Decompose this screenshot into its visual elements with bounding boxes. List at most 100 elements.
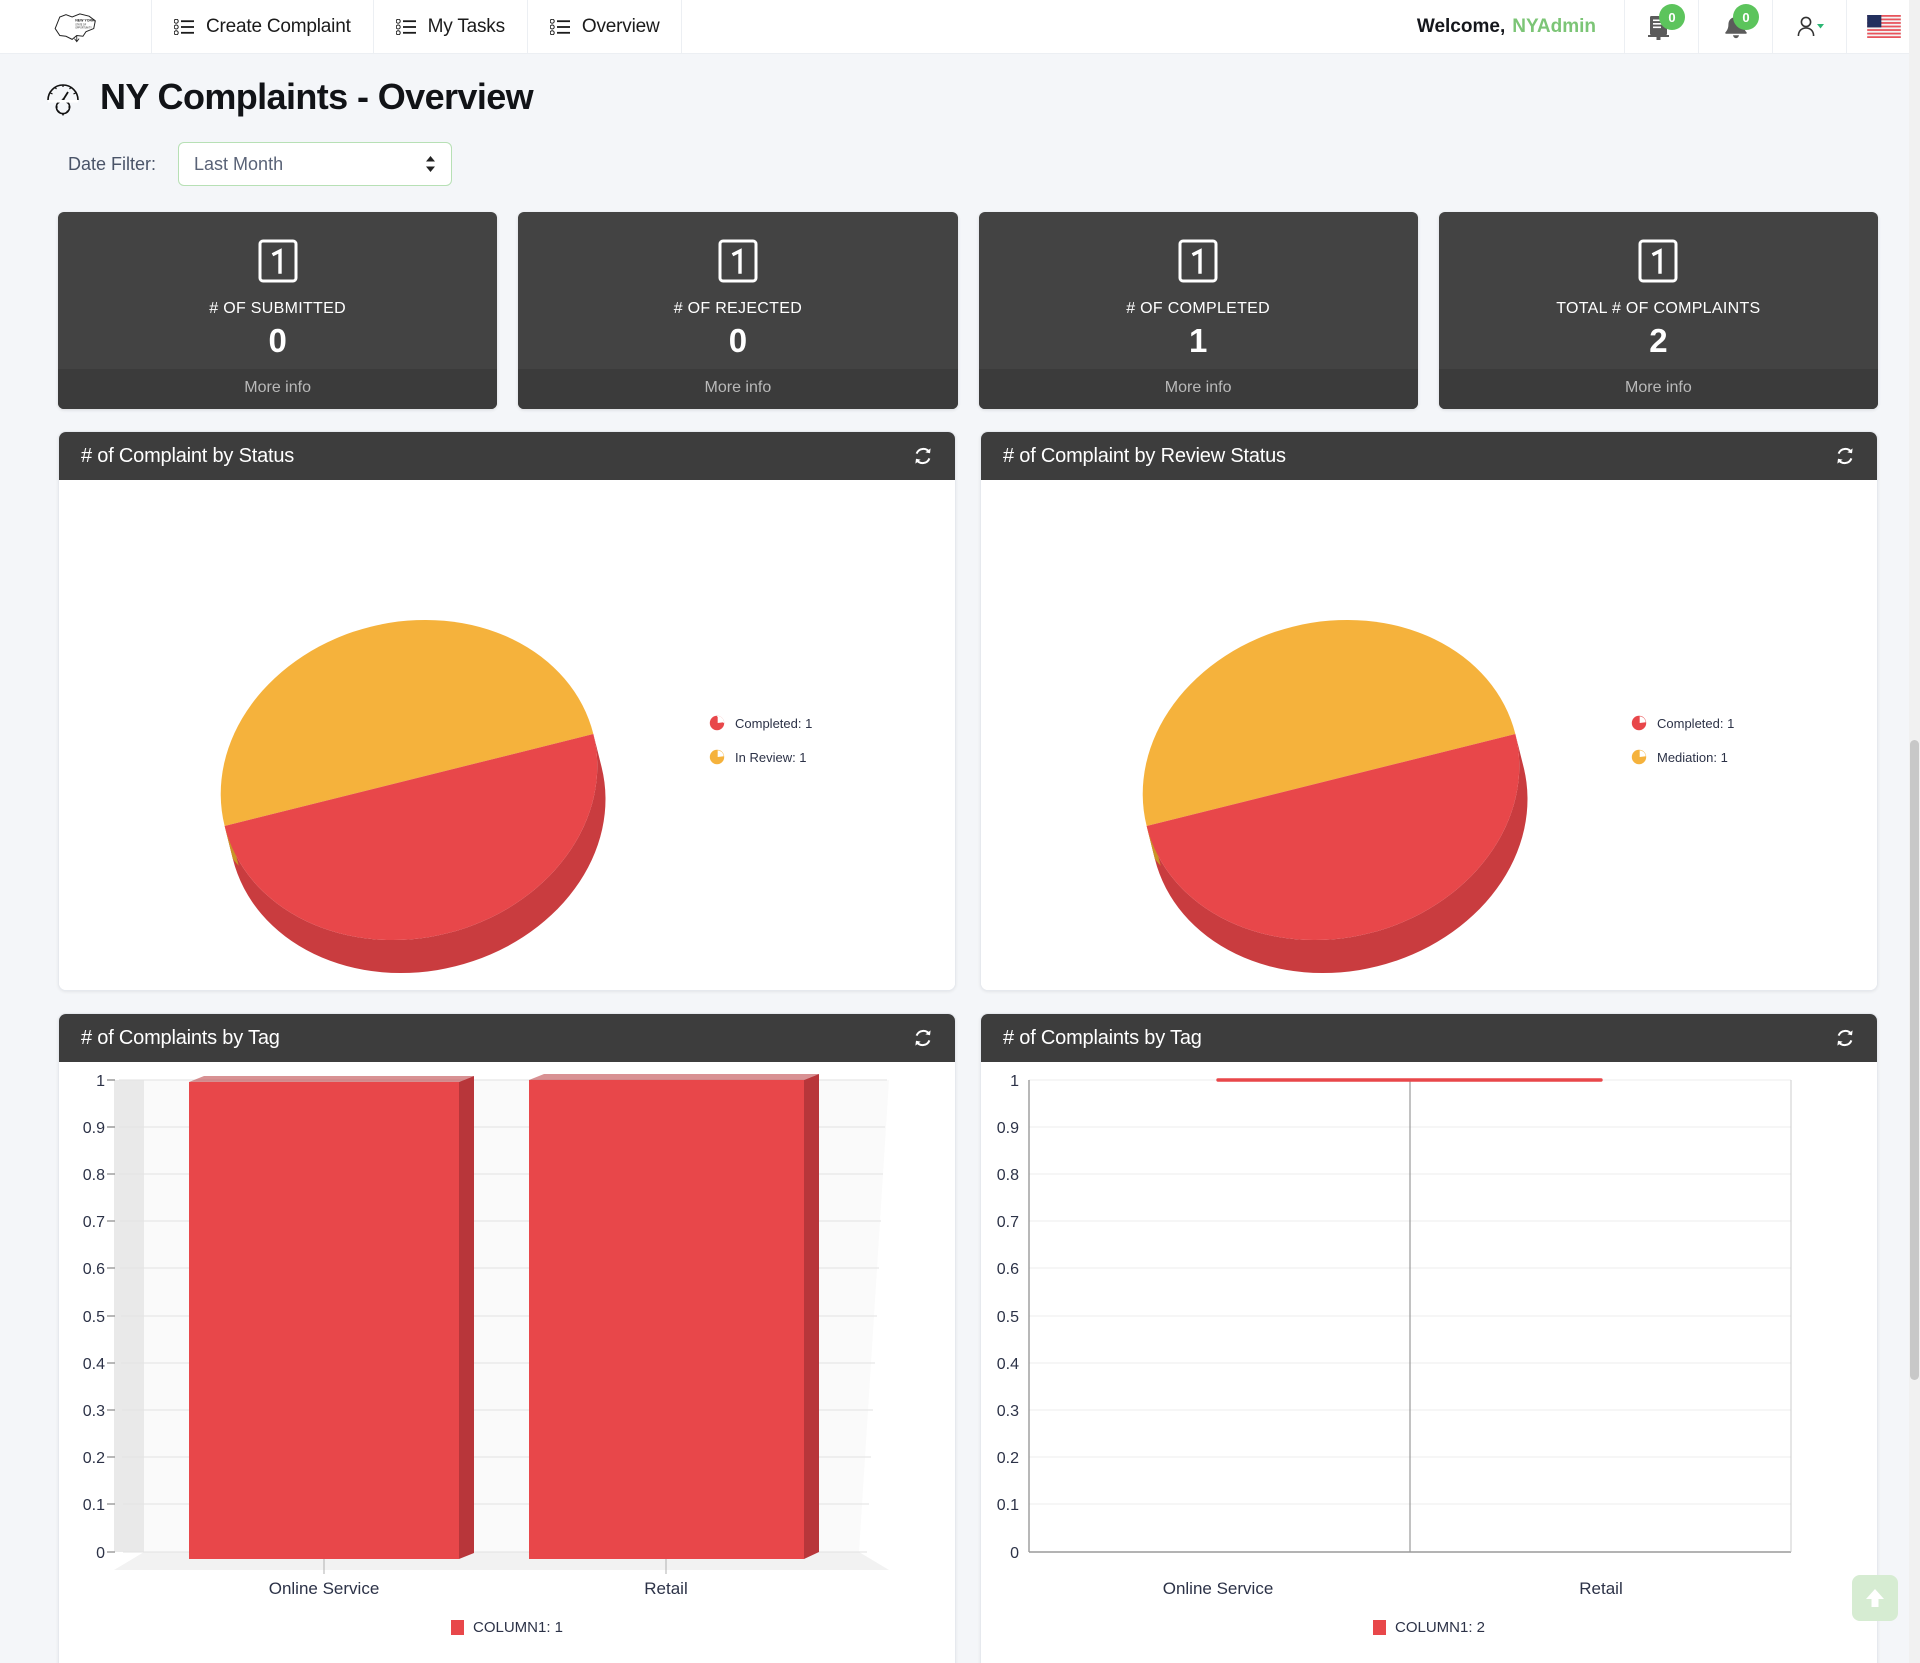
ny-state-logo-icon: NEW YORK STATE OF OPPORTUNITY	[54, 12, 96, 42]
kpi-label: # OF COMPLETED	[1126, 300, 1271, 317]
card-complaint-by-review-status: # of Complaint by Review Status Complete…	[980, 431, 1878, 991]
pie-slice-icon	[709, 749, 725, 765]
card-header: # of Complaint by Review Status	[981, 432, 1877, 480]
card-title: # of Complaint by Status	[81, 444, 295, 467]
line-chart-tag: 1 0.9 0.8 0.7 0.6 0.5 0.4 0.3 0.2 0.1 0 …	[981, 1062, 1877, 1663]
legend-label: COLUMN1: 2	[1394, 1619, 1486, 1636]
messages-button[interactable]: 0	[1624, 0, 1698, 53]
select-chevrons-icon	[426, 156, 436, 172]
scrollbar-thumb[interactable]	[1910, 740, 1919, 1380]
messages-badge: 0	[1659, 4, 1685, 30]
scroll-to-top-button[interactable]	[1852, 1575, 1898, 1621]
bar-legend-tag: COLUMN1: 1	[59, 1619, 955, 1636]
card-complaints-by-tag-line: # of Complaints by Tag 1 0.9 0.8 0.7 0.6…	[980, 1013, 1878, 1663]
svg-text:0.7: 0.7	[997, 1214, 1019, 1231]
kpi-card-completed[interactable]: # OF COMPLETED 1 More info	[978, 212, 1418, 409]
date-filter-label: Date Filter:	[68, 153, 157, 174]
svg-text:0.9: 0.9	[83, 1120, 105, 1137]
bar-chart-tag: 1 0.9 0.8 0.7 0.6 0.5 0.4 0.3 0.2 0.1 0	[59, 1062, 955, 1663]
us-flag-icon	[1866, 15, 1901, 38]
svg-text:0.8: 0.8	[83, 1167, 105, 1184]
legend-label: Completed: 1	[1657, 715, 1735, 731]
refresh-icon[interactable]	[1835, 446, 1855, 466]
svg-text:0.8: 0.8	[997, 1167, 1019, 1184]
kpi-more-info-link[interactable]: More info	[58, 369, 498, 409]
kpi-body: # OF REJECTED 0	[518, 212, 957, 369]
svg-text:0.3: 0.3	[83, 1403, 105, 1420]
date-filter-select[interactable]: Last Month	[178, 142, 453, 186]
legend-label: COLUMN1: 1	[472, 1619, 564, 1636]
nav-item-my-tasks[interactable]: My Tasks	[374, 0, 528, 53]
svg-text:0.2: 0.2	[997, 1450, 1019, 1467]
number-one-box-icon	[718, 239, 758, 283]
user-account-icon	[1797, 16, 1824, 36]
kpi-card-submitted[interactable]: # OF SUBMITTED 0 More info	[58, 212, 498, 409]
pie-legend-review-status: Completed: 1 Mediation: 1	[1631, 715, 1734, 765]
nav-item-overview[interactable]: Overview	[528, 0, 683, 53]
kpi-body: # OF COMPLETED 1	[979, 212, 1418, 369]
kpi-cards-row: # OF SUBMITTED 0 More info # OF REJECTED…	[0, 186, 1920, 409]
svg-text:NEW YORK: NEW YORK	[75, 18, 95, 22]
refresh-icon[interactable]	[913, 1028, 933, 1048]
svg-text:OPPORTUNITY: OPPORTUNITY	[75, 27, 92, 29]
line-chart-tag-graphic: 1 0.9 0.8 0.7 0.6 0.5 0.4 0.3 0.2 0.1 0 …	[997, 1073, 1792, 1598]
svg-text:0.5: 0.5	[83, 1309, 105, 1326]
svg-text:0: 0	[1010, 1545, 1019, 1562]
bar-chart-tag-graphic: 1 0.9 0.8 0.7 0.6 0.5 0.4 0.3 0.2 0.1 0	[83, 1073, 889, 1598]
card-complaint-by-status: # of Complaint by Status Completed: 1 In…	[58, 431, 956, 991]
nav-label-create-complaint: Create Complaint	[206, 15, 351, 37]
kpi-label: # OF REJECTED	[673, 300, 803, 317]
refresh-icon[interactable]	[913, 446, 933, 466]
kpi-more-info-link[interactable]: More info	[1438, 369, 1878, 409]
brand-logo[interactable]: NEW YORK STATE OF OPPORTUNITY	[0, 0, 152, 53]
refresh-icon[interactable]	[1835, 1028, 1855, 1048]
pie-chart-status: Completed: 1 In Review: 1	[59, 480, 955, 990]
notifications-button[interactable]: 0	[1698, 0, 1772, 53]
pie-chart-status-graphic	[220, 619, 606, 974]
kpi-card-total-complaints[interactable]: TOTAL # OF COMPLAINTS 2 More info	[1438, 212, 1878, 409]
card-header: # of Complaint by Status	[59, 432, 955, 480]
chevron-down-icon	[1816, 23, 1824, 28]
kpi-value: 1	[1188, 322, 1208, 359]
svg-text:1: 1	[96, 1073, 105, 1090]
card-title: # of Complaint by Review Status	[1003, 444, 1286, 467]
svg-text:0.9: 0.9	[997, 1120, 1019, 1137]
legend-item[interactable]: Completed: 1	[1631, 715, 1734, 731]
card-header: # of Complaints by Tag	[59, 1014, 955, 1062]
user-account-button[interactable]	[1772, 0, 1846, 53]
legend-item[interactable]: Mediation: 1	[1631, 749, 1734, 765]
pie-chart-review-status-graphic	[1142, 619, 1528, 974]
gauge-dashboard-icon	[47, 84, 79, 116]
svg-text:0.7: 0.7	[83, 1214, 105, 1231]
legend-item[interactable]: In Review: 1	[709, 749, 812, 765]
kpi-more-info-link[interactable]: More info	[518, 369, 958, 409]
legend-item[interactable]: Completed: 1	[709, 715, 812, 731]
svg-text:STATE OF: STATE OF	[75, 23, 86, 26]
kpi-more-info-link[interactable]: More info	[978, 369, 1418, 409]
nav-item-create-complaint[interactable]: Create Complaint	[152, 0, 374, 53]
page-title-row: NY Complaints - Overview	[42, 76, 1920, 118]
arrow-up-icon	[1866, 1589, 1884, 1607]
pie-slice-icon	[1631, 715, 1647, 731]
vertical-scrollbar[interactable]	[1909, 0, 1920, 1663]
username-label: NYAdmin	[1512, 15, 1596, 37]
kpi-value: 0	[268, 322, 287, 359]
number-one-box-icon	[1638, 239, 1678, 283]
kpi-value: 0	[728, 322, 748, 359]
legend-swatch	[450, 1620, 464, 1635]
pie-slice-icon	[709, 715, 725, 731]
list-icon	[174, 18, 194, 35]
card-header: # of Complaints by Tag	[981, 1014, 1877, 1062]
svg-text:0.6: 0.6	[83, 1261, 105, 1278]
kpi-body: TOTAL # OF COMPLAINTS 2	[1439, 212, 1878, 369]
legend-swatch	[1372, 1620, 1386, 1635]
card-title: # of Complaints by Tag	[1003, 1026, 1202, 1049]
date-filter-value: Last Month	[194, 153, 284, 174]
x-tick-label: Retail	[644, 1579, 687, 1598]
notifications-badge: 0	[1733, 4, 1759, 30]
top-navbar: NEW YORK STATE OF OPPORTUNITY Create Com…	[0, 0, 1920, 54]
nav-label-my-tasks: My Tasks	[427, 15, 505, 37]
list-icon	[549, 18, 570, 35]
welcome-greeting: Welcome, NYAdmin	[1417, 0, 1624, 53]
kpi-card-rejected[interactable]: # OF REJECTED 0 More info	[518, 212, 958, 409]
